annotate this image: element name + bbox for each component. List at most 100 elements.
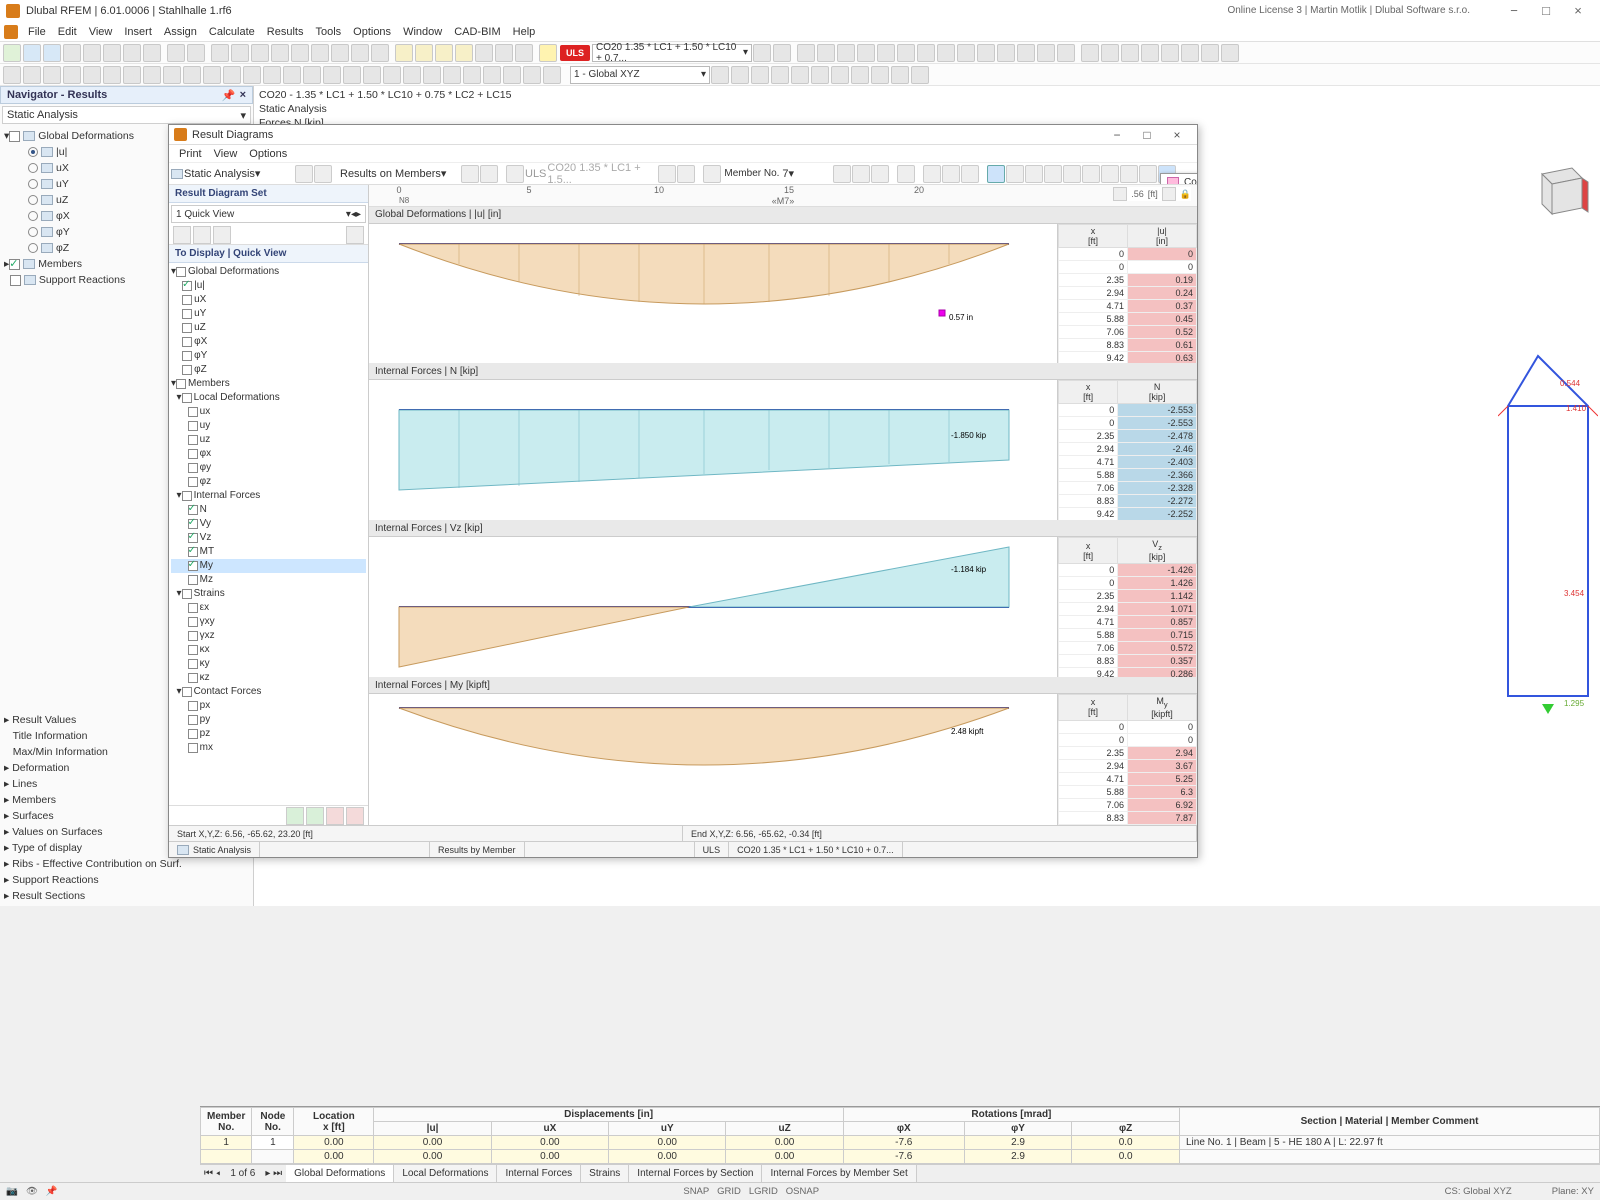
rd-titlebar[interactable]: Result Diagrams − □ × [169,125,1197,145]
rd-btn-delete-icon[interactable] [346,226,364,244]
tb-icon[interactable] [1017,44,1035,62]
tb-icon[interactable] [343,66,361,84]
menu-tools[interactable]: Tools [309,26,347,38]
tb-icon[interactable] [143,44,161,62]
rd-zoom-fit-icon[interactable] [961,165,979,183]
tb-icon[interactable] [443,66,461,84]
tb-icon[interactable] [503,66,521,84]
rd-btn-icon[interactable] [173,226,191,244]
tab-global-def[interactable]: Global Deformations [286,1165,394,1182]
bottom-table[interactable]: MemberNo. NodeNo. Locationx [ft] Displac… [200,1107,1600,1164]
tb-icon[interactable] [731,66,749,84]
tb-icon[interactable] [495,44,513,62]
tb-icon[interactable] [43,66,61,84]
load-combo[interactable]: CO20 1.35 * LC1 + 1.50 * LC10 + 0.7...▾ [592,44,752,62]
window-close[interactable]: × [1562,0,1594,22]
analysis-type-combo[interactable]: Static Analysis ▾ [2,106,251,124]
tb-icon[interactable] [911,66,929,84]
rd-prev3-icon[interactable] [833,165,851,183]
navigator-close-icon[interactable]: × [240,89,246,101]
tb-icon[interactable] [1037,44,1055,62]
tb-icon[interactable] [331,44,349,62]
rd-next3-icon[interactable] [852,165,870,183]
tb-icon[interactable] [831,66,849,84]
tb-icon[interactable] [977,44,995,62]
tb-icon[interactable] [351,44,369,62]
tb-icon[interactable] [123,44,141,62]
tb-icon[interactable] [483,66,501,84]
rd-btn-icon[interactable] [193,226,211,244]
tb-icon[interactable] [403,66,421,84]
tb-icon[interactable] [463,66,481,84]
menu-assign[interactable]: Assign [158,26,203,38]
rd-analysis-combo[interactable]: Static Analysis▾ [184,167,294,180]
rd-icon[interactable] [1120,165,1138,183]
tb-icon[interactable] [291,44,309,62]
tb-icon[interactable] [817,44,835,62]
tb-icon[interactable] [917,44,935,62]
tb-icon[interactable] [103,66,121,84]
status-osnap[interactable]: OSNAP [786,1186,819,1197]
tb-icon[interactable] [523,66,541,84]
tb-icon[interactable] [123,66,141,84]
tb-new-icon[interactable] [3,44,21,62]
tb-next-icon[interactable] [773,44,791,62]
tb-icon[interactable] [751,66,769,84]
navigator-pin-icon[interactable]: 📌 [222,89,236,102]
menu-help[interactable]: Help [507,26,542,38]
rd-layout-icon[interactable] [987,165,1005,183]
rd-btn-icon[interactable] [213,226,231,244]
tb-icon[interactable] [251,44,269,62]
tb-save-icon[interactable] [43,44,61,62]
rd-icon[interactable] [1101,165,1119,183]
rd-prev2-icon[interactable] [461,165,479,183]
tb-icon[interactable] [857,44,875,62]
rd-icon[interactable] [506,165,524,183]
tb-icon[interactable] [83,66,101,84]
tb-icon[interactable] [415,44,433,62]
tb-icon[interactable] [303,66,321,84]
window-minimize[interactable]: − [1498,0,1530,22]
rd-icon[interactable] [1025,165,1043,183]
rd-zoom-out-icon[interactable] [942,165,960,183]
rd-print-icon[interactable] [897,165,915,183]
rd-results-on-combo[interactable]: Results on Members▾ [340,167,460,180]
tb-icon[interactable] [1161,44,1179,62]
rd-footer-icon[interactable] [346,807,364,825]
tb-icon[interactable] [1141,44,1159,62]
status-snap[interactable]: SNAP [683,1186,709,1197]
tb-icon[interactable] [3,66,21,84]
menu-view[interactable]: View [83,26,119,38]
tb-icon[interactable] [163,66,181,84]
status-eye-icon[interactable]: 👁 [26,1186,38,1197]
rd-load-combo[interactable]: CO20 1.35 * LC1 + 1.5... [547,163,657,185]
menu-edit[interactable]: Edit [52,26,83,38]
menu-insert[interactable]: Insert [118,26,158,38]
tb-icon[interactable] [957,44,975,62]
tb-icon[interactable] [1121,44,1139,62]
rd-prev-icon[interactable] [295,165,313,183]
rd-footer-icon[interactable] [326,807,344,825]
ruler-left-icon[interactable] [1113,187,1127,201]
rd-menu-view[interactable]: View [208,148,244,160]
tb-icon[interactable] [791,66,809,84]
menu-window[interactable]: Window [397,26,448,38]
rd-icon[interactable] [1006,165,1024,183]
gcs-combo[interactable]: 1 - Global XYZ▾ [570,66,710,84]
status-lgrid[interactable]: LGRID [749,1186,778,1197]
tb-icon[interactable] [797,44,815,62]
tab-local-def[interactable]: Local Deformations [394,1165,497,1182]
menu-cadbim[interactable]: CAD-BIM [448,26,506,38]
rd-footer-icon[interactable] [286,807,304,825]
rd-icon[interactable] [703,165,721,183]
tb-icon[interactable] [183,66,201,84]
tb-icon[interactable] [383,66,401,84]
ruler-right-icon[interactable] [1162,187,1176,201]
tb-icon[interactable] [1057,44,1075,62]
tb-icon[interactable] [871,66,889,84]
tb-icon[interactable] [23,66,41,84]
rd-icon[interactable] [1082,165,1100,183]
tb-undo-icon[interactable] [167,44,185,62]
tb-icon[interactable] [851,66,869,84]
status-grid[interactable]: GRID [717,1186,741,1197]
